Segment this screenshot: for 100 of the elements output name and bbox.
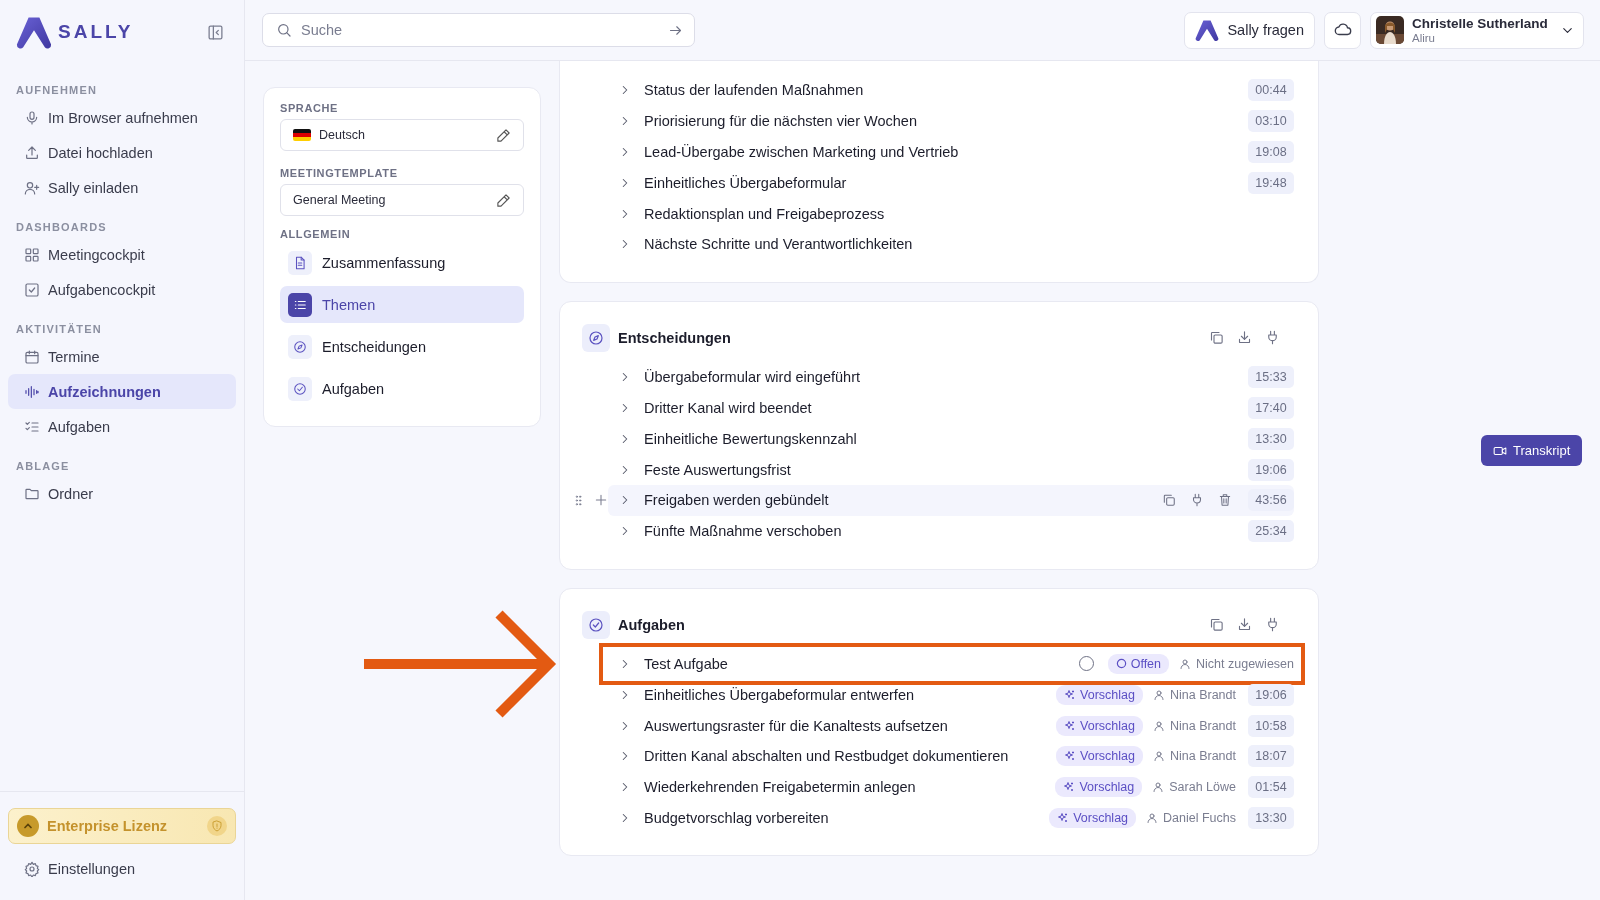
assignee: Nina Brandt: [1170, 749, 1236, 764]
collapse-sidebar-icon: [207, 23, 224, 41]
download-icon: [1237, 330, 1252, 346]
timestamp: 00:44: [1248, 79, 1294, 102]
sidebar-item[interactable]: Im Browser aufnehmen: [8, 100, 236, 135]
row-title[interactable]: Dritter Kanal wird beendet: [644, 399, 812, 416]
check-circle-icon: [588, 616, 604, 633]
person-icon: [1146, 811, 1159, 824]
user-menu[interactable]: Christelle Sutherland Aliru: [1370, 11, 1584, 49]
template-field[interactable]: General Meeting: [280, 184, 524, 216]
navigation-item[interactable]: Themen: [280, 286, 524, 323]
logo-icon: [1195, 18, 1220, 42]
timestamp: 13:30: [1248, 427, 1294, 450]
sidebar-item[interactable]: Ordner: [8, 476, 236, 511]
timestamp: 13:30: [1248, 806, 1294, 829]
grid-icon: [24, 246, 40, 263]
row-title[interactable]: Fünfte Maßnahme verschoben: [644, 523, 842, 540]
section-label: AKTIVITÄTEN: [16, 323, 103, 335]
timestamp: 03:10: [1248, 110, 1294, 133]
row-title[interactable]: Übergabeformular wird eingeführt: [644, 369, 860, 386]
settings-item[interactable]: Einstellungen: [8, 851, 236, 886]
row-title[interactable]: Nächste Schritte und Verantwortlichkeiten: [644, 236, 913, 253]
cloud-button[interactable]: [1324, 11, 1361, 49]
timestamp: 17:40: [1248, 396, 1294, 419]
suggestion-badge: Vorschlag: [1056, 715, 1143, 736]
row-title[interactable]: Test Aufgabe: [644, 655, 728, 672]
row-title[interactable]: Einheitliche Bewertungskennzahl: [644, 430, 857, 447]
sidebar-item[interactable]: Datei hochladen: [8, 135, 236, 170]
navigation-item[interactable]: Aufgaben: [280, 370, 524, 407]
timestamp: 19:06: [1248, 458, 1294, 481]
sidebar-item[interactable]: Meetingcockpit: [8, 237, 236, 272]
field-label: MEETINGTEMPLATE: [280, 167, 399, 179]
add-icon: [594, 493, 608, 508]
flag-icon: [293, 129, 311, 141]
timestamp: 19:06: [1248, 683, 1294, 706]
sidebar-item[interactable]: Termine: [8, 339, 236, 374]
timestamp: 15:33: [1248, 366, 1294, 389]
user-name: Christelle Sutherland: [1412, 16, 1549, 31]
upload-icon: [24, 144, 40, 161]
document-icon: [293, 255, 307, 270]
suggestion-badge: Vorschlag: [1055, 777, 1143, 798]
sidebar-item[interactable]: Sally einladen: [8, 170, 236, 205]
person-icon: [1153, 750, 1165, 763]
checkbox-icon: [24, 281, 40, 298]
assignee: Nina Brandt: [1170, 718, 1236, 733]
section-title: Aufgaben: [618, 616, 686, 633]
settings-icon: [24, 860, 40, 877]
timestamp: 19:08: [1248, 141, 1294, 163]
row-title[interactable]: Redaktionsplan und Freigabeprozess: [644, 205, 885, 222]
transcript-button[interactable]: Transkript: [1481, 435, 1583, 466]
compass-icon: [293, 339, 307, 354]
sidebar-item[interactable]: Aufgaben: [8, 409, 236, 444]
row-title[interactable]: Status der laufenden Maßnahmen: [644, 82, 864, 99]
row-title[interactable]: Auswertungsraster für die Kanaltests aufsetzen: [644, 717, 948, 734]
ask-sally-button[interactable]: Sally fragen: [1184, 11, 1315, 49]
row-title[interactable]: Priorisierung für die nächsten vier Wochen: [644, 113, 917, 130]
assignee: Sarah Löwe: [1169, 780, 1236, 795]
arrow-right-icon: [668, 23, 683, 38]
download-icon: [1237, 617, 1252, 633]
shield-icon: [211, 820, 223, 832]
row-title[interactable]: Einheitliches Übergabeformular entwerfen: [644, 686, 914, 703]
search-field[interactable]: Suche: [262, 13, 695, 47]
sidebar-item[interactable]: Aufgabencockpit: [8, 272, 236, 307]
copy-icon: [1209, 330, 1224, 346]
row-title[interactable]: Freigaben werden gebündelt: [644, 492, 829, 509]
assignee: Nina Brandt: [1170, 687, 1236, 702]
chevron-up-icon: [17, 815, 39, 837]
section-label: ALLGEMEIN: [280, 228, 352, 240]
language-field[interactable]: Deutsch: [280, 119, 524, 151]
status-badge: Offen: [1107, 653, 1170, 674]
hovered-row-background[interactable]: Freigaben werden gebündelt 43:56: [608, 484, 1294, 516]
row-title[interactable]: Dritten Kanal abschalten und Restbudget dokumentieren: [644, 748, 1009, 765]
edit-icon: [496, 192, 511, 208]
timestamp: 43:56: [1248, 489, 1294, 512]
row-title[interactable]: Feste Auswertungsfrist: [644, 461, 791, 478]
person-icon: [1153, 688, 1165, 701]
plug-icon: [1265, 330, 1280, 346]
compass-icon: [588, 329, 604, 346]
suggestion-badge: Vorschlag: [1056, 684, 1143, 705]
navigation-item[interactable]: Entscheidungen: [280, 328, 524, 365]
assignee: Nicht zugewiesen: [1196, 656, 1294, 671]
timestamp: 18:07: [1248, 745, 1294, 768]
section-title: Entscheidungen: [618, 329, 732, 346]
row-title[interactable]: Lead-Übergabe zwischen Marketing und Vertrieb: [644, 144, 959, 160]
delete-icon: [1218, 493, 1232, 508]
person-icon: [1179, 657, 1192, 670]
edit-icon: [496, 127, 511, 143]
plug-icon: [1265, 617, 1280, 633]
row-title[interactable]: Wiederkehrenden Freigabetermin anlegen: [644, 779, 916, 796]
row-title[interactable]: Einheitliches Übergabeformular: [644, 174, 847, 191]
add-user-icon: [24, 179, 40, 196]
sidebar-item[interactable]: Aufzeichnungen: [8, 374, 236, 409]
section-label: DASHBOARDS: [16, 221, 108, 233]
person-icon: [1153, 719, 1165, 732]
row-title[interactable]: Budgetvorschlag vorbereiten: [644, 809, 829, 826]
copy-icon: [1162, 493, 1176, 508]
brand-name: SALLY: [58, 21, 134, 43]
microphone-icon: [24, 109, 40, 126]
navigation-item[interactable]: Zusammenfassung: [280, 244, 524, 281]
plug-icon: [1190, 493, 1204, 508]
